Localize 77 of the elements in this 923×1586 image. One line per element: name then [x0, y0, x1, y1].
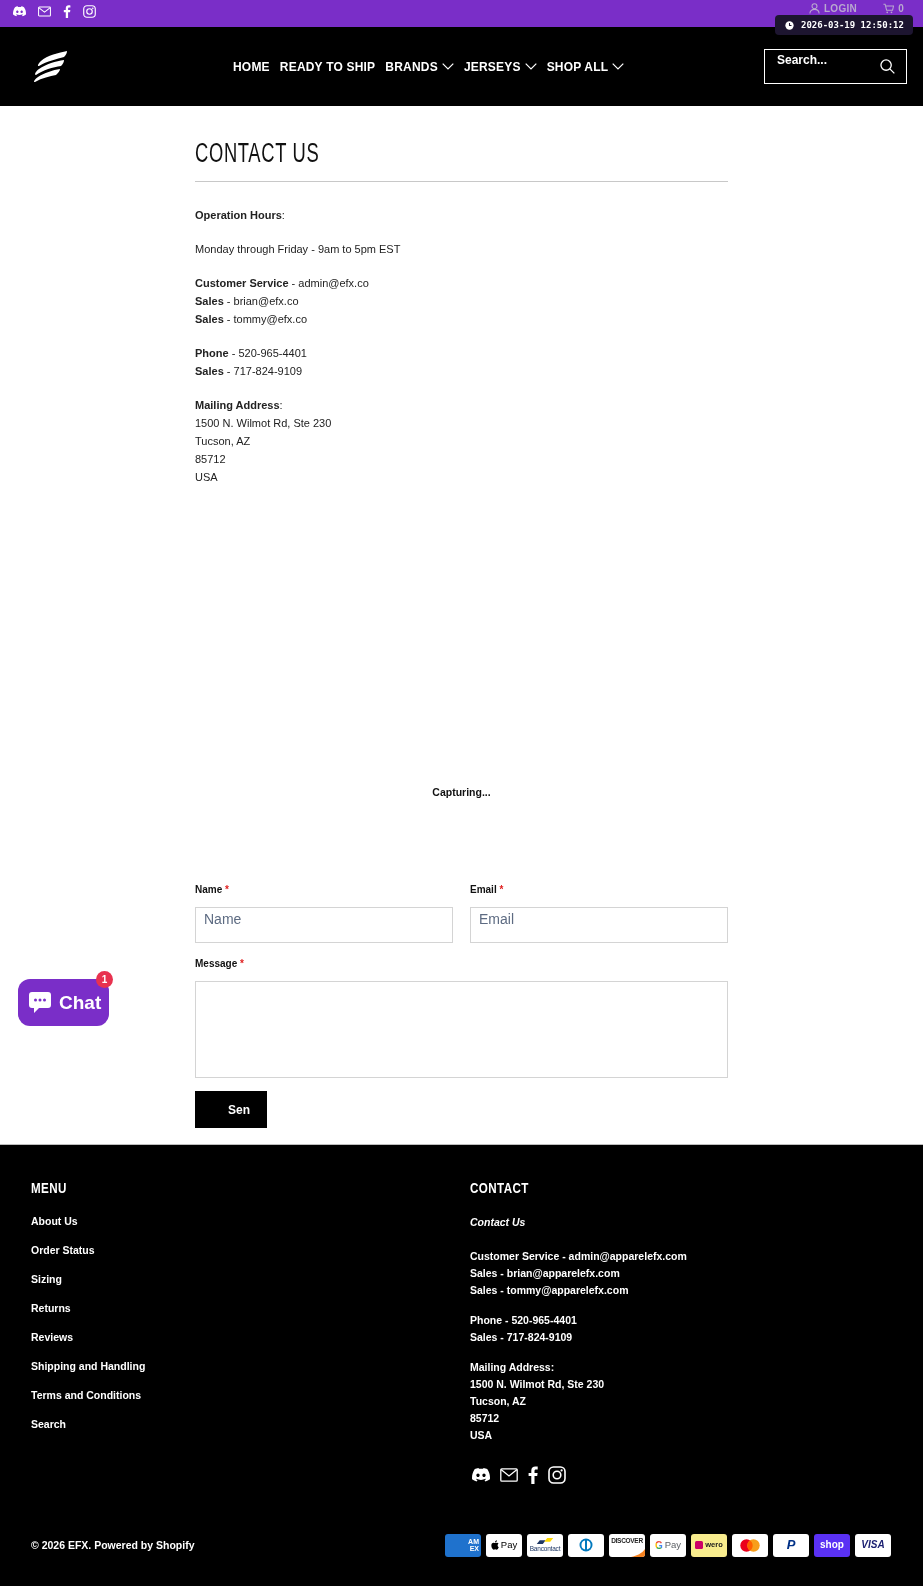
search-field[interactable]: Search...	[764, 49, 907, 84]
nav-link[interactable]: READY TO SHIP	[279, 58, 376, 75]
payment-logo-text: Pay	[664, 1540, 682, 1550]
footer-contact-line: Sales - brian@apparelefx.com	[470, 1266, 620, 1281]
footer-link[interactable]: About Us	[31, 1213, 78, 1230]
clock-icon	[785, 20, 794, 30]
mail-icon[interactable]	[500, 1466, 518, 1484]
person-icon	[808, 3, 820, 14]
apple-icon	[490, 1540, 499, 1550]
search-icon[interactable]	[880, 59, 895, 74]
footer-link[interactable]: Shipping and Handling	[31, 1358, 146, 1375]
notification-badge: 1	[96, 971, 113, 988]
nav-link[interactable]: BRANDS	[385, 58, 454, 75]
contact-info-line: 1500 N. Wilmot Rd, Ste 230	[195, 416, 332, 431]
wing-logo-icon[interactable]	[33, 51, 67, 82]
text-input-field[interactable]: Email	[470, 907, 728, 943]
rounded-square-icon	[695, 1541, 704, 1549]
contact-info-line: Operation Hours:	[195, 208, 285, 223]
text-input-field[interactable]: Name	[195, 907, 453, 943]
footer-contact-line: Sales - tommy@apparelefx.com	[470, 1283, 629, 1298]
footer-contact-line: 1500 N. Wilmot Rd, Ste 230	[470, 1377, 605, 1392]
contact-info-line: Phone - 520-965-4401	[195, 346, 307, 361]
instagram-icon[interactable]	[548, 1466, 566, 1484]
field-label: Email *	[470, 883, 504, 897]
copyright-text: © 2026 EFX. Powered by Shopify	[31, 1538, 195, 1552]
contact-info-line: Sales - 717-824-9109	[195, 364, 303, 379]
footer-contact-line: Phone - 520-965-4401	[470, 1313, 577, 1328]
mail-icon[interactable]	[38, 5, 51, 18]
contact-info-line: 85712	[195, 452, 226, 467]
footer-contact-line: Mailing Address:	[470, 1360, 555, 1375]
payment-logo-text: P	[786, 1538, 796, 1552]
send-button[interactable]: Sen	[195, 1091, 267, 1128]
split-circle-icon	[579, 1538, 593, 1552]
footer-link[interactable]: Reviews	[31, 1329, 74, 1346]
footer-contact-line: 85712	[470, 1411, 500, 1426]
footer-link[interactable]: Search	[31, 1416, 67, 1433]
footer-heading: CONTACT	[470, 1179, 529, 1198]
capturing-status-text: Capturing...	[432, 785, 491, 799]
nav-link[interactable]: HOME	[233, 58, 270, 75]
contact-info-line: Mailing Address:	[195, 398, 283, 413]
footer-contact-line: Tucson, AZ	[470, 1394, 526, 1409]
footer-subheading: Contact Us	[470, 1215, 526, 1230]
timestamp-text: 2026-03-19 12:50:12	[801, 19, 904, 31]
contact-info-line: Sales - tommy@efx.co	[195, 312, 308, 327]
footer-contact-line: Sales - 717-824-9109	[470, 1330, 573, 1345]
footer-link[interactable]: Order Status	[31, 1242, 95, 1259]
discord-icon[interactable]	[472, 1466, 490, 1484]
chat-bubble-icon	[28, 991, 52, 1014]
payment-logo-text: G	[654, 1539, 663, 1551]
footer-contact-line: USA	[470, 1428, 493, 1443]
swoosh-icon	[631, 1548, 645, 1557]
contact-info-line: Monday through Friday - 9am to 5pm EST	[195, 242, 401, 257]
field-label: Message *	[195, 957, 244, 971]
page-title: CONTACT US	[195, 138, 320, 168]
instagram-icon[interactable]	[83, 5, 96, 18]
facebook-icon[interactable]	[63, 5, 71, 18]
field-label: Name *	[195, 883, 229, 897]
overlapping-circles-icon	[740, 1538, 760, 1552]
contact-info-line: Tucson, AZ	[195, 434, 251, 449]
stripes-icon	[536, 1538, 554, 1544]
payment-logo-text: VISA	[861, 1539, 885, 1551]
nav-link[interactable]: JERSEYS	[463, 58, 537, 75]
nav-link[interactable]: SHOP ALL	[546, 58, 625, 75]
contact-info-line: Sales - brian@efx.co	[195, 294, 299, 309]
footer-link[interactable]: Sizing	[31, 1271, 62, 1288]
payment-logo-text: Pay	[500, 1540, 518, 1550]
facebook-icon[interactable]	[528, 1466, 538, 1484]
footer-link[interactable]: Terms and Conditions	[31, 1387, 142, 1404]
contact-info-line: Customer Service - admin@efx.co	[195, 276, 369, 291]
footer-heading: MENU	[31, 1179, 67, 1198]
contact-info-line: USA	[195, 470, 218, 485]
message-field[interactable]	[195, 981, 728, 1078]
cart-icon	[883, 3, 895, 14]
discord-icon[interactable]	[13, 5, 26, 18]
footer-contact-line: Customer Service - admin@apparelefx.com	[470, 1249, 687, 1264]
payment-logo-text: shop	[820, 1539, 844, 1551]
footer-link[interactable]: Returns	[31, 1300, 71, 1317]
